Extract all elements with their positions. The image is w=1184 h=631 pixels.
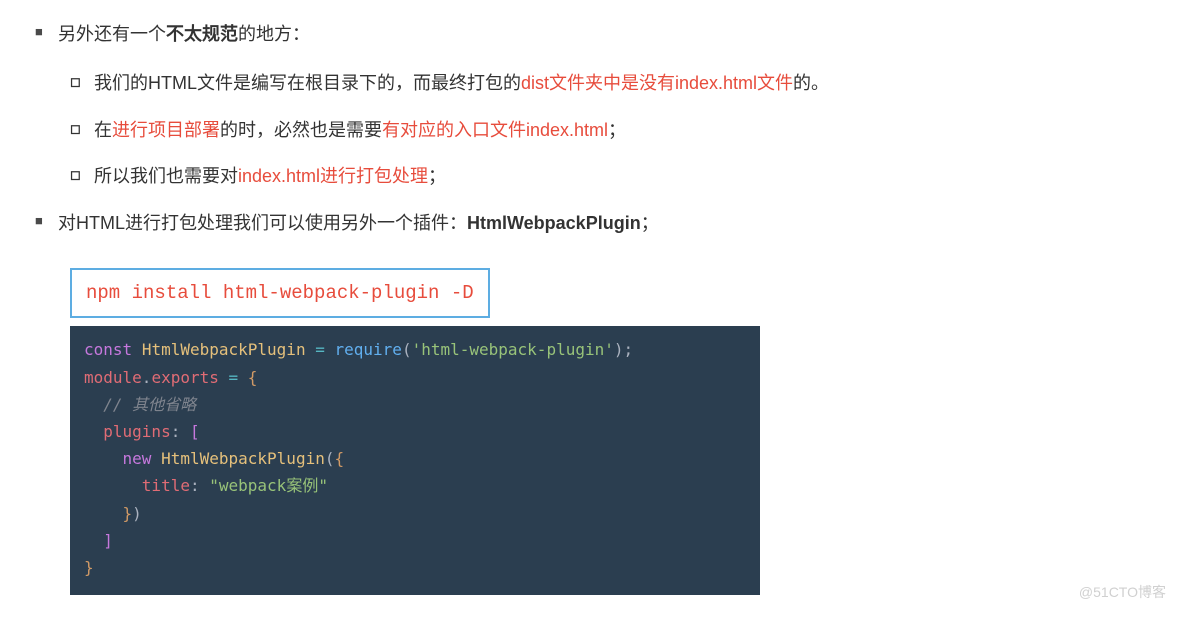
tok: . — [142, 368, 152, 387]
tok: title — [142, 476, 190, 495]
tok: = — [315, 340, 325, 359]
tok: { — [248, 368, 258, 387]
code-line: } — [84, 554, 746, 581]
bold-text: HtmlWebpackPlugin — [467, 213, 641, 233]
text: 的时，必然也是需要 — [220, 120, 382, 140]
highlight-text: 进行项目部署 — [112, 120, 220, 140]
code-line: title: "webpack案例" — [84, 472, 746, 499]
watermark: @51CTO博客 — [1079, 581, 1166, 603]
tok: const — [84, 340, 132, 359]
bullet-item-1: 另外还有一个不太规范的地方： — [30, 20, 1154, 49]
tok: HtmlWebpackPlugin — [142, 340, 306, 359]
bold-text: 不太规范 — [166, 24, 238, 44]
code-line: module.exports = { — [84, 364, 746, 391]
tok: plugins — [103, 422, 170, 441]
tok — [325, 340, 335, 359]
text: 的。 — [793, 73, 829, 93]
text: 在 — [94, 120, 112, 140]
tok — [84, 531, 103, 550]
tok: = — [229, 368, 239, 387]
code-block: const HtmlWebpackPlugin = require('html-… — [70, 326, 760, 595]
tok: ) — [132, 504, 142, 523]
tok: ; — [624, 340, 634, 359]
code-line: new HtmlWebpackPlugin({ — [84, 445, 746, 472]
tok: HtmlWebpackPlugin — [161, 449, 325, 468]
highlight-text: index.html进行打包处理 — [238, 166, 428, 186]
tok — [84, 422, 103, 441]
tok: : — [190, 476, 200, 495]
tok: 'html-webpack-plugin' — [412, 340, 614, 359]
npm-command-text: npm install html-webpack-plugin -D — [86, 282, 474, 304]
tok: "webpack案例" — [209, 476, 328, 495]
tok — [151, 449, 161, 468]
tok: module — [84, 368, 142, 387]
tok — [84, 476, 142, 495]
tok: require — [335, 340, 402, 359]
code-line: plugins: [ — [84, 418, 746, 445]
tok: : — [171, 422, 181, 441]
code-line: }) — [84, 500, 746, 527]
tok: ] — [103, 531, 113, 550]
text: 我们的HTML文件是编写在根目录下的，而最终打包的 — [94, 73, 521, 93]
tok: exports — [151, 368, 218, 387]
tok — [180, 422, 190, 441]
tok — [306, 340, 316, 359]
text: 对HTML进行打包处理我们可以使用另外一个插件： — [58, 213, 467, 233]
code-line: ] — [84, 527, 746, 554]
tok — [84, 395, 103, 414]
tok: } — [123, 504, 133, 523]
text: ； — [641, 213, 659, 233]
tok — [238, 368, 248, 387]
text: ； — [608, 120, 626, 140]
highlight-text: 有对应的入口文件index.html — [382, 120, 608, 140]
text: 另外还有一个 — [58, 24, 166, 44]
tok — [132, 340, 142, 359]
tok: { — [334, 449, 344, 468]
npm-command-box: npm install html-webpack-plugin -D — [70, 268, 490, 318]
tok: // 其他省略 — [103, 395, 196, 414]
text: ； — [428, 166, 446, 186]
tok — [84, 504, 123, 523]
code-line: // 其他省略 — [84, 391, 746, 418]
tok — [200, 476, 210, 495]
sub-bullet-1: 我们的HTML文件是编写在根目录下的，而最终打包的dist文件夹中是没有inde… — [70, 69, 1154, 98]
tok — [219, 368, 229, 387]
tok: new — [123, 449, 152, 468]
text: 的地方： — [238, 24, 310, 44]
code-line: const HtmlWebpackPlugin = require('html-… — [84, 336, 746, 363]
tok: [ — [190, 422, 200, 441]
bullet-item-2: 对HTML进行打包处理我们可以使用另外一个插件：HtmlWebpackPlugi… — [30, 209, 1154, 238]
sub-bullet-3: 所以我们也需要对index.html进行打包处理； — [70, 162, 1154, 191]
tok: ) — [614, 340, 624, 359]
highlight-text: dist文件夹中是没有index.html文件 — [521, 73, 793, 93]
sub-bullet-2: 在进行项目部署的时，必然也是需要有对应的入口文件index.html； — [70, 116, 1154, 145]
text: 所以我们也需要对 — [94, 166, 238, 186]
tok: ( — [402, 340, 412, 359]
tok: } — [84, 558, 94, 577]
tok — [84, 449, 123, 468]
